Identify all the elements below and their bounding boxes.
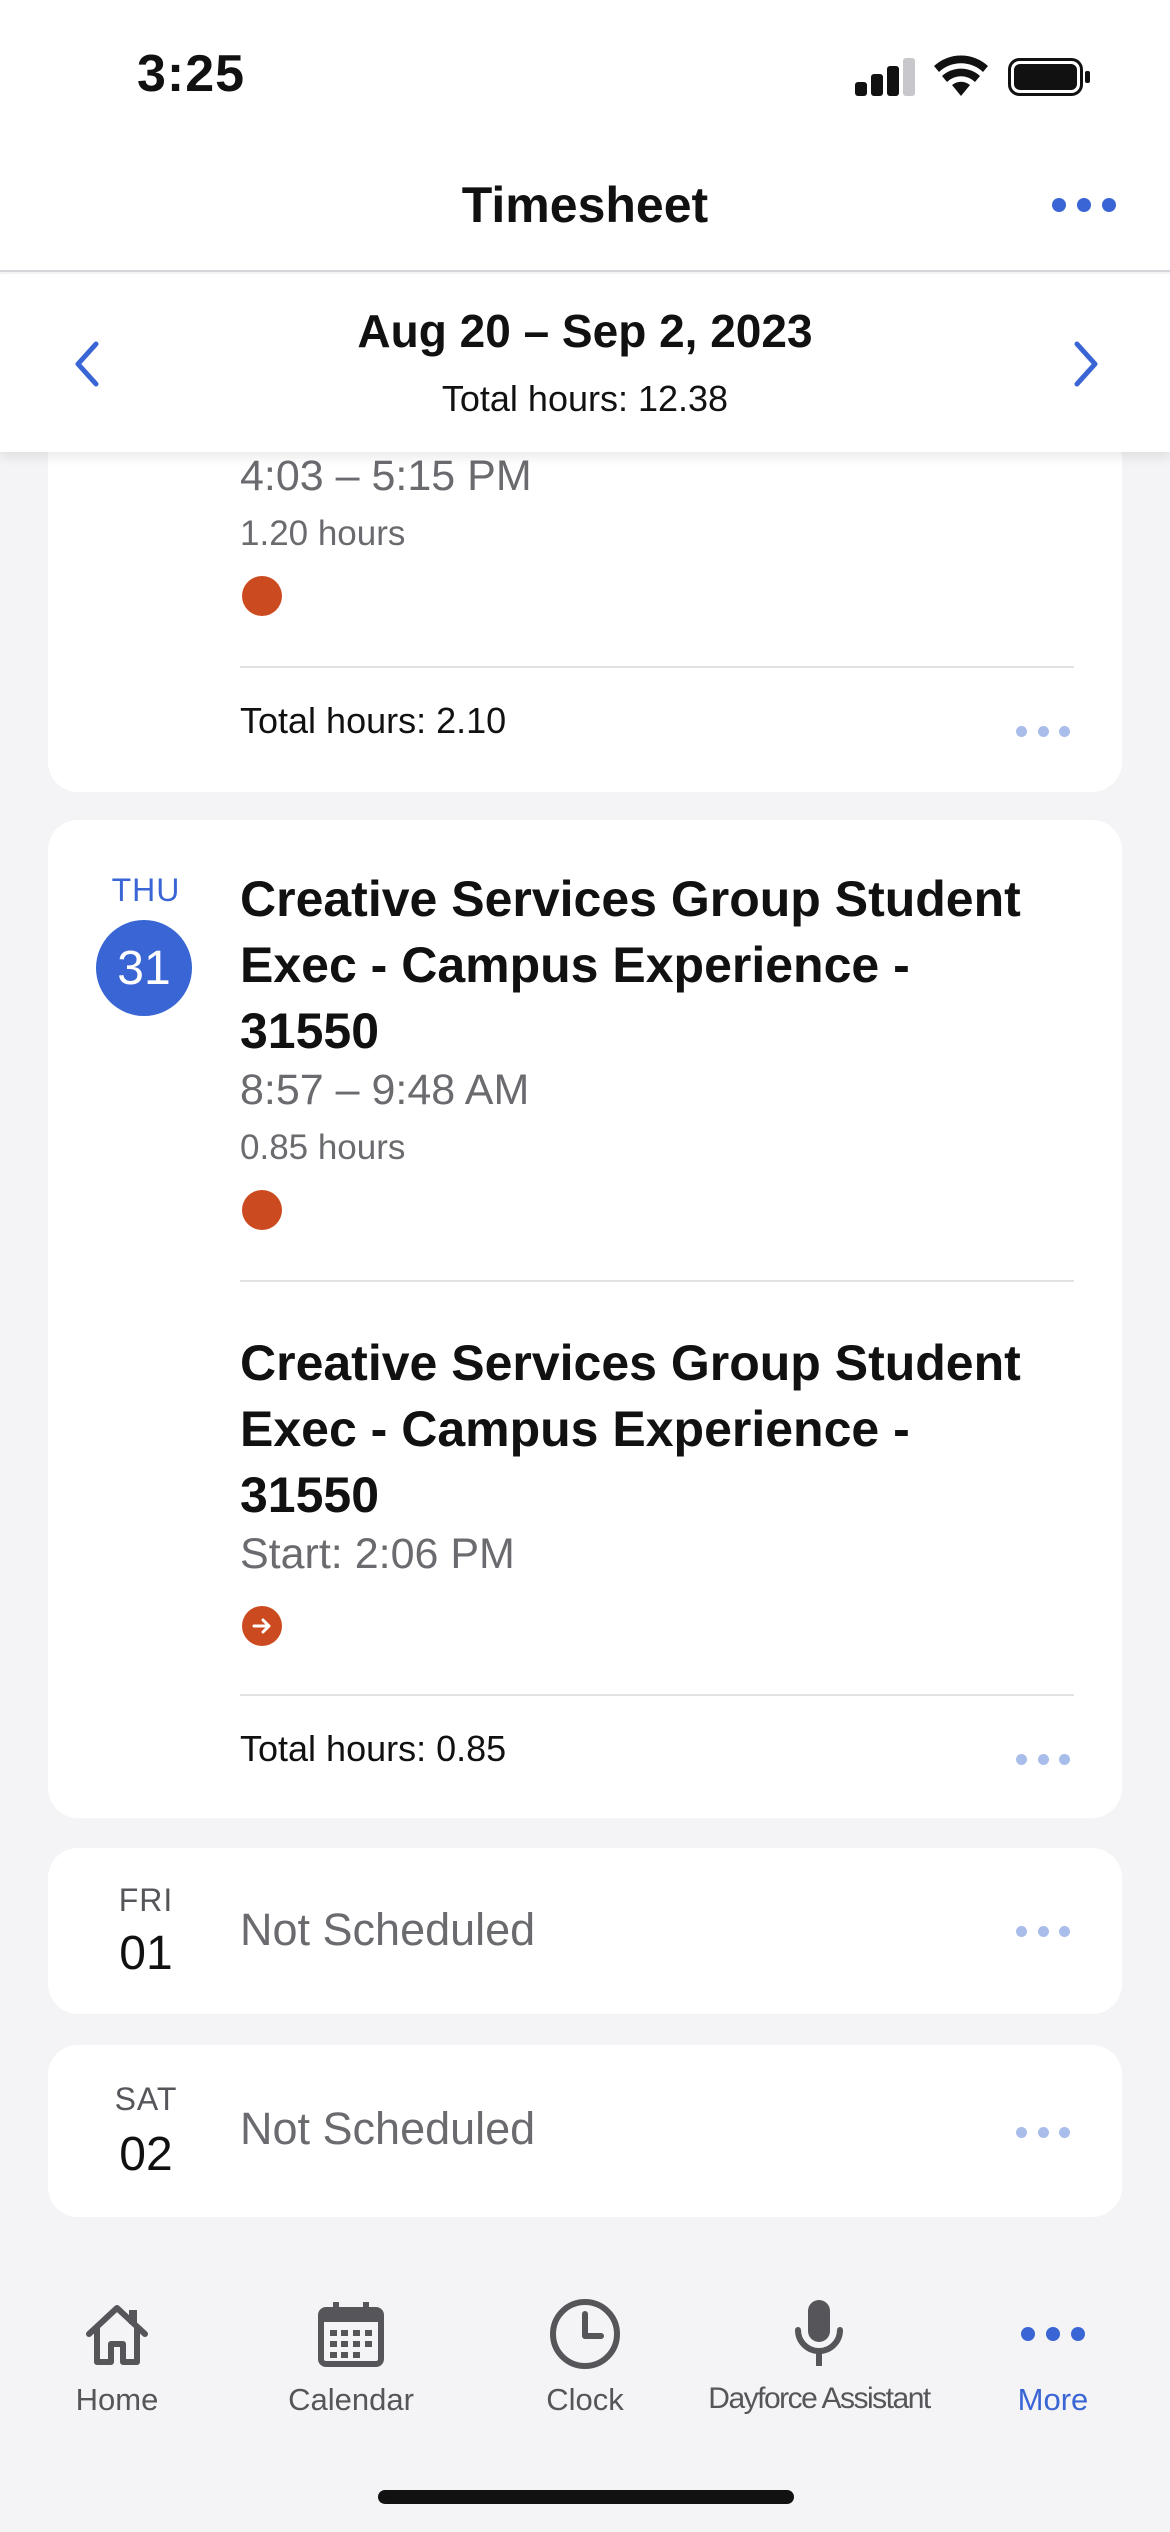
day-options-icon[interactable] xyxy=(1016,1924,1070,1938)
battery-icon xyxy=(1008,58,1090,96)
timesheet-screen: 3:25 Timesheet Aug 20 – Sep 2, 2023 Tota… xyxy=(0,0,1170,2532)
tab-home-label: Home xyxy=(75,2382,159,2417)
home-indicator[interactable] xyxy=(378,2490,794,2504)
next-period-icon[interactable] xyxy=(1055,334,1115,394)
divider xyxy=(240,666,1074,668)
entry-time: 8:57 – 9:48 AM xyxy=(240,1066,530,1114)
status-bar: 3:25 xyxy=(0,0,1170,150)
home-icon xyxy=(0,2294,234,2374)
wifi-icon xyxy=(934,55,988,96)
weekday-label: FRI xyxy=(118,1882,174,1918)
microphone-icon xyxy=(702,2294,936,2374)
clocked-in-arrow-icon xyxy=(242,1606,282,1646)
entry-hours: 0.85 hours xyxy=(240,1128,406,1167)
tab-clock-label: Clock xyxy=(546,2382,624,2417)
tab-more[interactable]: More xyxy=(936,2294,1170,2444)
tab-calendar-label: Calendar xyxy=(288,2382,414,2417)
day-total-hours: Total hours: 2.10 xyxy=(240,700,507,741)
period-total-hours: Total hours: 12.38 xyxy=(441,378,729,419)
status-dot-icon xyxy=(242,1190,282,1230)
tab-home[interactable]: Home xyxy=(0,2294,234,2444)
day-options-icon[interactable] xyxy=(1016,2125,1070,2139)
day-card-friday[interactable]: FRI 01 Not Scheduled xyxy=(48,1848,1122,2014)
entry-time: 4:03 – 5:15 PM xyxy=(240,452,532,500)
status-time: 3:25 xyxy=(137,45,246,103)
tab-calendar[interactable]: Calendar xyxy=(234,2294,468,2444)
day-total-hours: Total hours: 0.85 xyxy=(240,1728,507,1769)
page-title: Timesheet xyxy=(461,177,709,233)
weekday-label: THU xyxy=(111,872,181,908)
more-icon xyxy=(936,2294,1170,2374)
more-options-icon[interactable] xyxy=(1052,190,1116,220)
title-bar: Timesheet xyxy=(0,150,1170,272)
date-range-bar: Aug 20 – Sep 2, 2023 Total hours: 12.38 xyxy=(0,274,1170,452)
calendar-icon xyxy=(234,2294,468,2374)
day-card-saturday[interactable]: SAT 02 Not Scheduled xyxy=(48,2045,1122,2217)
day-options-icon[interactable] xyxy=(1016,1752,1070,1766)
tab-more-label: More xyxy=(1017,2382,1089,2417)
job-title[interactable]: Creative Services Group Student Exec - C… xyxy=(240,1330,1040,1528)
tab-dayforce-assistant-label: Dayforce Assistant xyxy=(708,2382,931,2415)
job-title[interactable]: Creative Services Group Student Exec - C… xyxy=(240,866,1040,1064)
clock-icon xyxy=(468,2294,702,2374)
divider xyxy=(240,1280,1074,1282)
weekday-label: SAT xyxy=(114,2081,178,2117)
bottom-tab-bar: Home Calendar Clock Dayforce Assistant M… xyxy=(0,2244,1170,2532)
signal-icon xyxy=(855,58,917,96)
entry-start-time: Start: 2:06 PM xyxy=(240,1530,515,1578)
day-number-badge: 31 xyxy=(96,920,192,1016)
schedule-status: Not Scheduled xyxy=(240,2103,536,2154)
day-number: 02 xyxy=(119,2128,173,2181)
status-dot-icon xyxy=(242,576,282,616)
date-range-title: Aug 20 – Sep 2, 2023 xyxy=(357,305,813,357)
day-card-thursday[interactable]: THU 31 Creative Services Group Student E… xyxy=(48,820,1122,1818)
tab-clock[interactable]: Clock xyxy=(468,2294,702,2444)
tab-dayforce-assistant[interactable]: Dayforce Assistant xyxy=(702,2294,936,2444)
divider xyxy=(240,1694,1074,1696)
entry-hours: 1.20 hours xyxy=(240,514,406,553)
day-number: 01 xyxy=(119,1927,173,1980)
day-options-icon[interactable] xyxy=(1016,724,1070,738)
schedule-status: Not Scheduled xyxy=(240,1904,536,1955)
